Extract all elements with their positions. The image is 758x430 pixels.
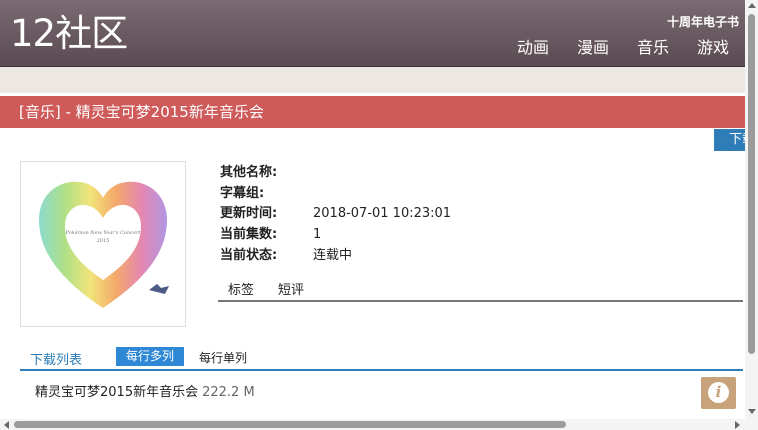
info-label: 其他名称: <box>220 165 278 180</box>
scroll-right-arrow-icon[interactable] <box>735 421 740 429</box>
info-value: 2018-07-01 10:23:01 <box>313 206 452 221</box>
download-list-item[interactable]: 精灵宝可梦2015新年音乐会 222.2 M <box>35 381 255 400</box>
info-button[interactable]: i <box>701 377 736 409</box>
scroll-up-arrow-icon[interactable] <box>748 3 756 8</box>
nav-item-anime[interactable]: 动画 <box>517 38 549 58</box>
info-label: 当前集数: <box>220 227 278 242</box>
horizontal-scrollbar[interactable] <box>0 419 758 430</box>
vertical-scroll-thumb[interactable] <box>748 14 755 354</box>
title-bar: [音乐] - 精灵宝可梦2015新年音乐会 <box>0 96 745 128</box>
tab-tags[interactable]: 标签 <box>228 282 254 300</box>
view-multi-column-button[interactable]: 每行多列 <box>116 347 185 366</box>
info-value: 连载中 <box>313 248 353 263</box>
info-icon: i <box>708 382 729 403</box>
download-button[interactable]: 下载 <box>714 129 745 151</box>
site-header: 12社区 十周年电子书 动画 漫画 音乐 游戏 <box>0 0 745 67</box>
cover-image: Pokémon New Year's Concert 2015 <box>20 161 186 327</box>
scroll-left-arrow-icon[interactable] <box>4 421 9 429</box>
cover-caption-title: Pokémon New Year's Concert <box>65 229 142 236</box>
info-label: 字幕组: <box>220 186 265 201</box>
info-value: 1 <box>313 227 322 242</box>
view-single-column-button[interactable]: 每行单列 <box>199 349 247 366</box>
page-title: [音乐] - 精灵宝可梦2015新年音乐会 <box>19 103 264 121</box>
nav-item-manga[interactable]: 漫画 <box>577 38 609 58</box>
cover-caption-year: 2015 <box>96 238 110 244</box>
tab-reviews[interactable]: 短评 <box>278 282 304 300</box>
download-item-name[interactable]: 精灵宝可梦2015新年音乐会 <box>35 385 198 400</box>
info-label: 当前状态: <box>220 248 278 263</box>
site-logo[interactable]: 12社区 <box>10 12 128 56</box>
download-item-size: 222.2 M <box>202 385 255 400</box>
download-list-header: 下载列表 每行多列 每行单列 <box>20 347 743 371</box>
main-nav: 动画 漫画 音乐 游戏 <box>517 38 729 58</box>
info-label: 更新时间: <box>220 206 278 221</box>
ebook-link[interactable]: 十周年电子书 <box>667 13 739 30</box>
vertical-scrollbar[interactable] <box>745 0 758 419</box>
download-list-label: 下载列表 <box>30 353 83 368</box>
heart-artwork-image: Pokémon New Year's Concert 2015 <box>39 181 169 308</box>
nav-item-music[interactable]: 音乐 <box>637 38 669 58</box>
detail-tabs: 标签 短评 <box>218 282 743 302</box>
sub-header-bar <box>0 67 745 93</box>
horizontal-scroll-thumb[interactable] <box>14 421 566 428</box>
scroll-down-arrow-icon[interactable] <box>748 409 756 414</box>
nav-item-games[interactable]: 游戏 <box>697 38 729 58</box>
